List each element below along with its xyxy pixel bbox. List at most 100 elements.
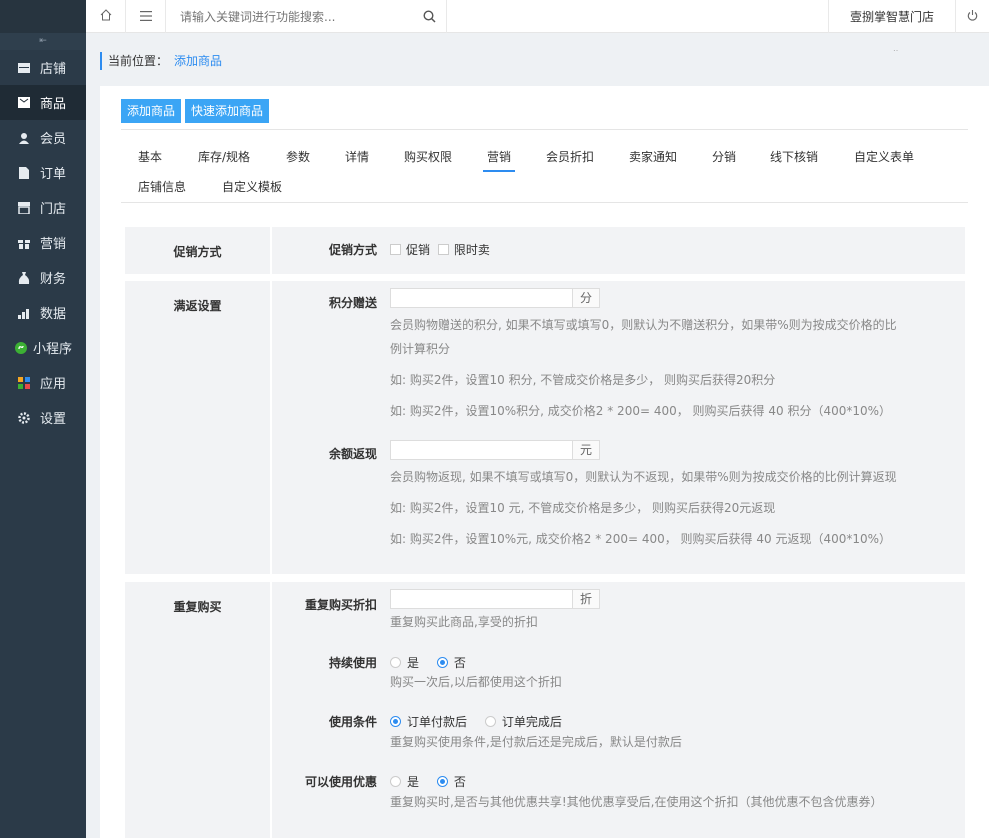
order-icon (17, 166, 30, 179)
hamburger-icon (139, 10, 152, 24)
help-text: 例计算积分 (390, 342, 451, 356)
tab-custom-form[interactable]: 自定义表单 (854, 142, 914, 172)
input-unit: 折 (573, 589, 600, 609)
checkbox-box[interactable] (437, 244, 449, 255)
topbar: 壹捌掌智慧门店 (86, 0, 989, 33)
tab-stock-spec[interactable]: 库存/规格 (198, 142, 250, 172)
checkbox-label: 促销 (406, 243, 431, 257)
balance-input[interactable] (390, 440, 573, 460)
checkbox-label: 限时卖 (453, 243, 490, 257)
gift-icon (17, 236, 30, 249)
breadcrumb: 当前位置： 添加商品 (100, 52, 222, 70)
section-divider (270, 227, 272, 274)
tab-store-info[interactable]: 店铺信息 (138, 172, 186, 202)
radio-dot[interactable] (390, 657, 401, 668)
money-bag-icon (17, 271, 30, 284)
sidebar-item-data[interactable]: 数据 (0, 295, 86, 330)
sidebar-item-goods[interactable]: 商品 (0, 85, 86, 120)
logout-button[interactable] (956, 0, 989, 33)
radio-option-after-complete[interactable]: 订单完成后 (484, 713, 562, 730)
sidebar-item-label: 营销 (40, 237, 67, 252)
home-button[interactable] (86, 0, 126, 33)
sidebar-item-apps[interactable]: 应用 (0, 365, 86, 400)
radio-option-yes[interactable]: 是 (390, 654, 419, 671)
tab-params[interactable]: 参数 (286, 142, 310, 172)
sidebar-item-mini-program[interactable]: 小程序 (0, 330, 86, 365)
tab-basic[interactable]: 基本 (138, 142, 162, 172)
radio-label: 否 (453, 656, 466, 670)
section-divider (270, 281, 272, 574)
field-label: 持续使用 (328, 656, 377, 670)
sidebar-item-store[interactable]: 店铺 (0, 50, 86, 85)
sidebar-item-label: 会员 (40, 132, 67, 147)
radio-label: 订单付款后 (407, 715, 468, 729)
sidebar-item-marketing[interactable]: 营销 (0, 225, 86, 260)
radio-dot[interactable] (484, 716, 496, 727)
logo-area (0, 0, 86, 33)
help-text: 重复购买此商品,享受的折扣 (390, 615, 538, 629)
menu-toggle-button[interactable] (126, 0, 166, 33)
help-text: 如: 购买2件，设置10 元, 不管成交价格是多少， 则购买后获得20元返现 (390, 501, 776, 515)
help-text: 重复购买时,是否与其他优惠共享!其他优惠享受后,在使用这个折扣（其他优惠不包含优… (390, 795, 883, 809)
main-panel: 添加商品 快速添加商品 基本 库存/规格 参数 详情 购买权限 营销 会员折扣 … (100, 86, 989, 838)
limited-sale-checkbox[interactable]: 限时卖 (437, 241, 490, 258)
sidebar-item-order[interactable]: 订单 (0, 155, 86, 190)
radio-option-no[interactable]: 否 (436, 773, 466, 790)
sidebar-item-label: 门店 (40, 202, 67, 217)
divider (121, 129, 968, 130)
radio-dot[interactable] (436, 657, 448, 668)
promo-section: 促销方式 促销方式 促销 限时卖 (125, 227, 965, 274)
store-icon (17, 61, 30, 74)
tab-member-discount[interactable]: 会员折扣 (546, 142, 594, 172)
checkbox-box[interactable] (390, 244, 401, 255)
sidebar-item-settings[interactable]: 设置 (0, 400, 86, 435)
tab-marketing[interactable]: 营销 (482, 142, 516, 172)
search-icon[interactable] (423, 10, 436, 26)
tab-offline-verify[interactable]: 线下核销 (770, 142, 818, 172)
points-input[interactable] (390, 288, 573, 308)
search-input[interactable] (166, 0, 416, 33)
radio-dot[interactable] (436, 776, 448, 787)
radio-option-no[interactable]: 否 (436, 654, 466, 671)
help-text: 会员购物赠送的积分, 如果不填写或填写0，则默认为不赠送积分，如果带%则为按成交… (390, 318, 897, 332)
radio-label: 是 (407, 656, 420, 670)
sidebar-item-label: 应用 (40, 377, 67, 392)
sidebar-collapse-toggle[interactable]: ⇤ (0, 33, 86, 50)
sidebar-item-label: 设置 (40, 412, 67, 427)
sidebar-item-finance[interactable]: 财务 (0, 260, 86, 295)
promo-checkbox[interactable]: 促销 (390, 241, 430, 258)
sidebar-item-label: 店铺 (40, 62, 67, 77)
tab-custom-template[interactable]: 自定义模板 (222, 172, 282, 202)
add-goods-button[interactable]: 添加商品 (121, 99, 182, 123)
help-text: 重复购买使用条件,是付款后还是完成后，默认是付款后 (390, 735, 682, 749)
radio-dot[interactable] (390, 716, 401, 727)
section-title: 重复购买 (173, 600, 222, 614)
store-name-button[interactable]: 壹捌掌智慧门店 (828, 0, 956, 33)
radio-dot[interactable] (390, 776, 401, 787)
sidebar-item-label: 财务 (40, 272, 67, 287)
tab-distribution[interactable]: 分销 (712, 142, 736, 172)
field-label: 使用条件 (328, 715, 377, 729)
help-text: 如: 购买2件，设置10%元, 成交价格2 * 200= 400， 则购买后获得… (390, 532, 892, 546)
sidebar-item-member[interactable]: 会员 (0, 120, 86, 155)
tab-purchase-permission[interactable]: 购买权限 (404, 142, 452, 172)
sidebar-item-shop[interactable]: 门店 (0, 190, 86, 225)
section-title: 满返设置 (173, 299, 222, 313)
quick-add-goods-button[interactable]: 快速添加商品 (185, 99, 270, 123)
radio-option-after-payment[interactable]: 订单付款后 (390, 713, 467, 730)
tab-detail[interactable]: 详情 (345, 142, 369, 172)
field-label: 重复购买折扣 (304, 598, 377, 612)
promo-options: 促销 限时卖 (390, 241, 504, 258)
field-label: 可以使用优惠 (304, 775, 377, 789)
divider (121, 202, 968, 203)
dots-indicator: ‥ (893, 44, 899, 53)
repeat-discount-input[interactable] (390, 589, 573, 609)
chart-icon (17, 306, 30, 319)
breadcrumb-current[interactable]: 添加商品 (174, 54, 222, 68)
sidebar-item-label: 数据 (40, 307, 67, 322)
radio-option-yes[interactable]: 是 (390, 773, 419, 790)
power-icon (967, 9, 978, 24)
radio-label: 订单完成后 (501, 715, 562, 729)
breadcrumb-prefix: 当前位置： (108, 54, 169, 68)
tab-seller-notice[interactable]: 卖家通知 (629, 142, 677, 172)
